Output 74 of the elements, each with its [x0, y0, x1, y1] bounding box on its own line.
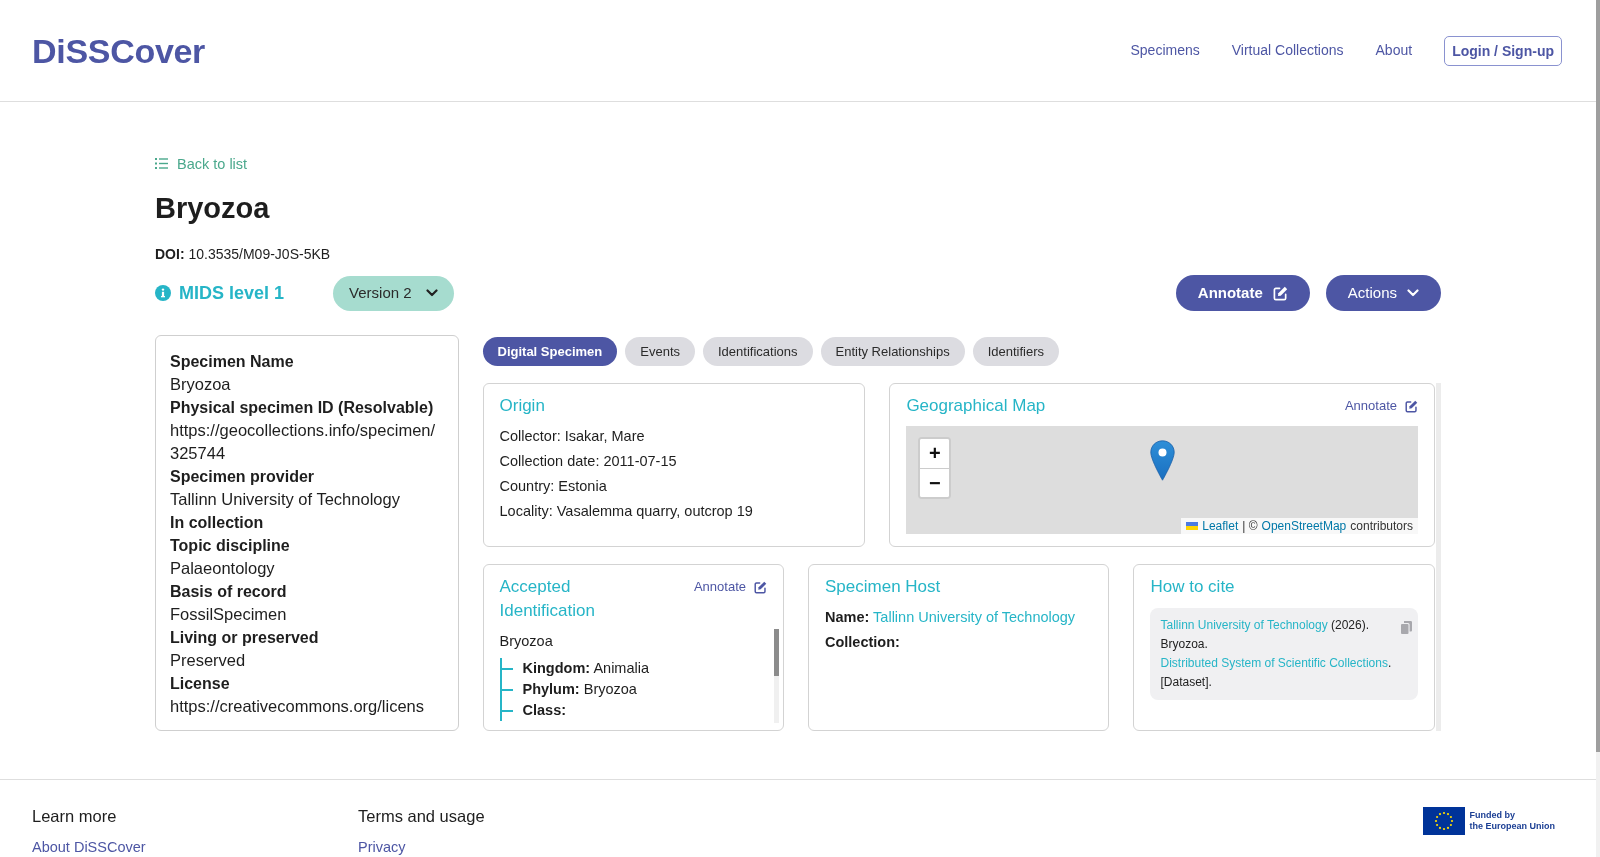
eu-flag-icon [1422, 807, 1465, 835]
field-label: Collection: [825, 634, 900, 650]
origin-field: Collector: Isakar, Mare [499, 424, 849, 449]
nav-link[interactable]: About [1375, 40, 1413, 61]
scrollbar[interactable] [1436, 383, 1441, 731]
flag-icon [1186, 522, 1199, 530]
tab[interactable]: Events [625, 337, 695, 366]
attribution-text: | © [1242, 518, 1258, 534]
card-title: Accepted Identification [499, 576, 596, 622]
summary-value: Palaeontology [170, 558, 276, 579]
info-icon [155, 285, 171, 301]
chevron-down-icon [1407, 289, 1419, 297]
summary-label: License [170, 674, 231, 694]
summary-label: Physical specimen ID (Resolvable) [170, 398, 435, 418]
edit-icon [1405, 399, 1418, 413]
chevron-down-icon [425, 289, 438, 297]
nav-link[interactable]: Virtual Collections [1231, 40, 1344, 61]
page-title: Bryozoa [155, 191, 271, 226]
tab[interactable]: Digital Specimen [482, 337, 618, 366]
attribution-link[interactable]: OpenStreetMap [1261, 518, 1347, 534]
taxon-rank: Class: [501, 700, 766, 721]
summary-value: FossilSpecimen [170, 604, 288, 625]
actions-dropdown[interactable]: Actions [1325, 275, 1441, 311]
version-dropdown[interactable]: Version 2 [333, 275, 454, 311]
summary-value: Preserved [170, 650, 247, 671]
scrollbar[interactable] [774, 629, 779, 723]
edit-icon [754, 580, 767, 594]
attribution-text: contributors [1350, 518, 1413, 534]
summary-value: Tallinn University of Technology [170, 489, 401, 510]
field-label: Name: [825, 609, 870, 625]
origin-field: Collection date: 2011-07-15 [499, 449, 849, 474]
summary-label: In collection [170, 513, 265, 533]
funding-text: Funded by the European Union [1469, 810, 1555, 832]
taxon-rank: Phylum: Bryozoa [501, 679, 766, 700]
summary-value: Bryozoa [170, 374, 232, 395]
annotate-button[interactable]: Annotate [1175, 275, 1310, 311]
summary-label: Basis of record [170, 582, 288, 602]
map-view[interactable]: + − Leaflet | © OpenStreetMap contributors [906, 426, 1418, 534]
summary-label: Living or preserved [170, 628, 320, 648]
edit-icon [1272, 285, 1288, 301]
footer-link[interactable]: About DiSSCover [32, 837, 146, 857]
copy-icon[interactable] [1400, 621, 1412, 634]
map-marker-icon[interactable] [1150, 440, 1176, 481]
footer-heading: Terms and usage [358, 806, 486, 827]
origin-field: Country: Estonia [499, 474, 849, 499]
summary-value: https://geocollections.info/specimen/325744 [170, 420, 437, 464]
mids-level-label: MIDS level 1 [179, 282, 285, 304]
summary-label: Specimen provider [170, 467, 316, 487]
card-title: Geographical Map [906, 395, 1046, 417]
annotate-link[interactable]: Annotate [693, 575, 767, 599]
nav-link[interactable]: Specimens [1130, 40, 1200, 61]
site-logo[interactable]: DiSSCover [32, 33, 206, 68]
card-title: Specimen Host [825, 576, 942, 598]
citation-text: Tallinn University of Technology (2026). Bryozoa. Distributed System of Scientific Collections. [Dataset]. [1160, 617, 1393, 691]
summary-label: Topic discipline [170, 536, 291, 556]
list-icon [155, 158, 168, 169]
tab[interactable]: Identifiers [972, 337, 1060, 366]
taxon-name: Bryozoa [499, 632, 554, 651]
doi-text: DOI: 10.3535/M09-J0S-5KB [155, 245, 332, 264]
tab[interactable]: Identifications [703, 337, 813, 366]
footer-link[interactable]: Privacy [358, 837, 406, 857]
tab[interactable]: Entity Relationships [820, 337, 965, 366]
login-button[interactable]: Login / Sign-up [1444, 35, 1562, 66]
summary-label: Specimen Name [170, 352, 295, 372]
attribution-link[interactable]: Leaflet [1202, 518, 1239, 534]
origin-field: Locality: Vasalemma quarry, outcrop 19 [499, 499, 849, 524]
footer-heading: Learn more [32, 806, 118, 827]
summary-value: https://creativecommons.org/licens [170, 696, 426, 717]
annotate-link[interactable]: Annotate [1344, 394, 1418, 418]
page-scrollbar[interactable] [1596, 0, 1600, 857]
zoom-out-button[interactable]: − [920, 468, 950, 497]
card-title: How to cite [1150, 576, 1236, 598]
taxon-rank: Kingdom: Animalia [501, 658, 766, 679]
card-title: Origin [499, 395, 546, 417]
